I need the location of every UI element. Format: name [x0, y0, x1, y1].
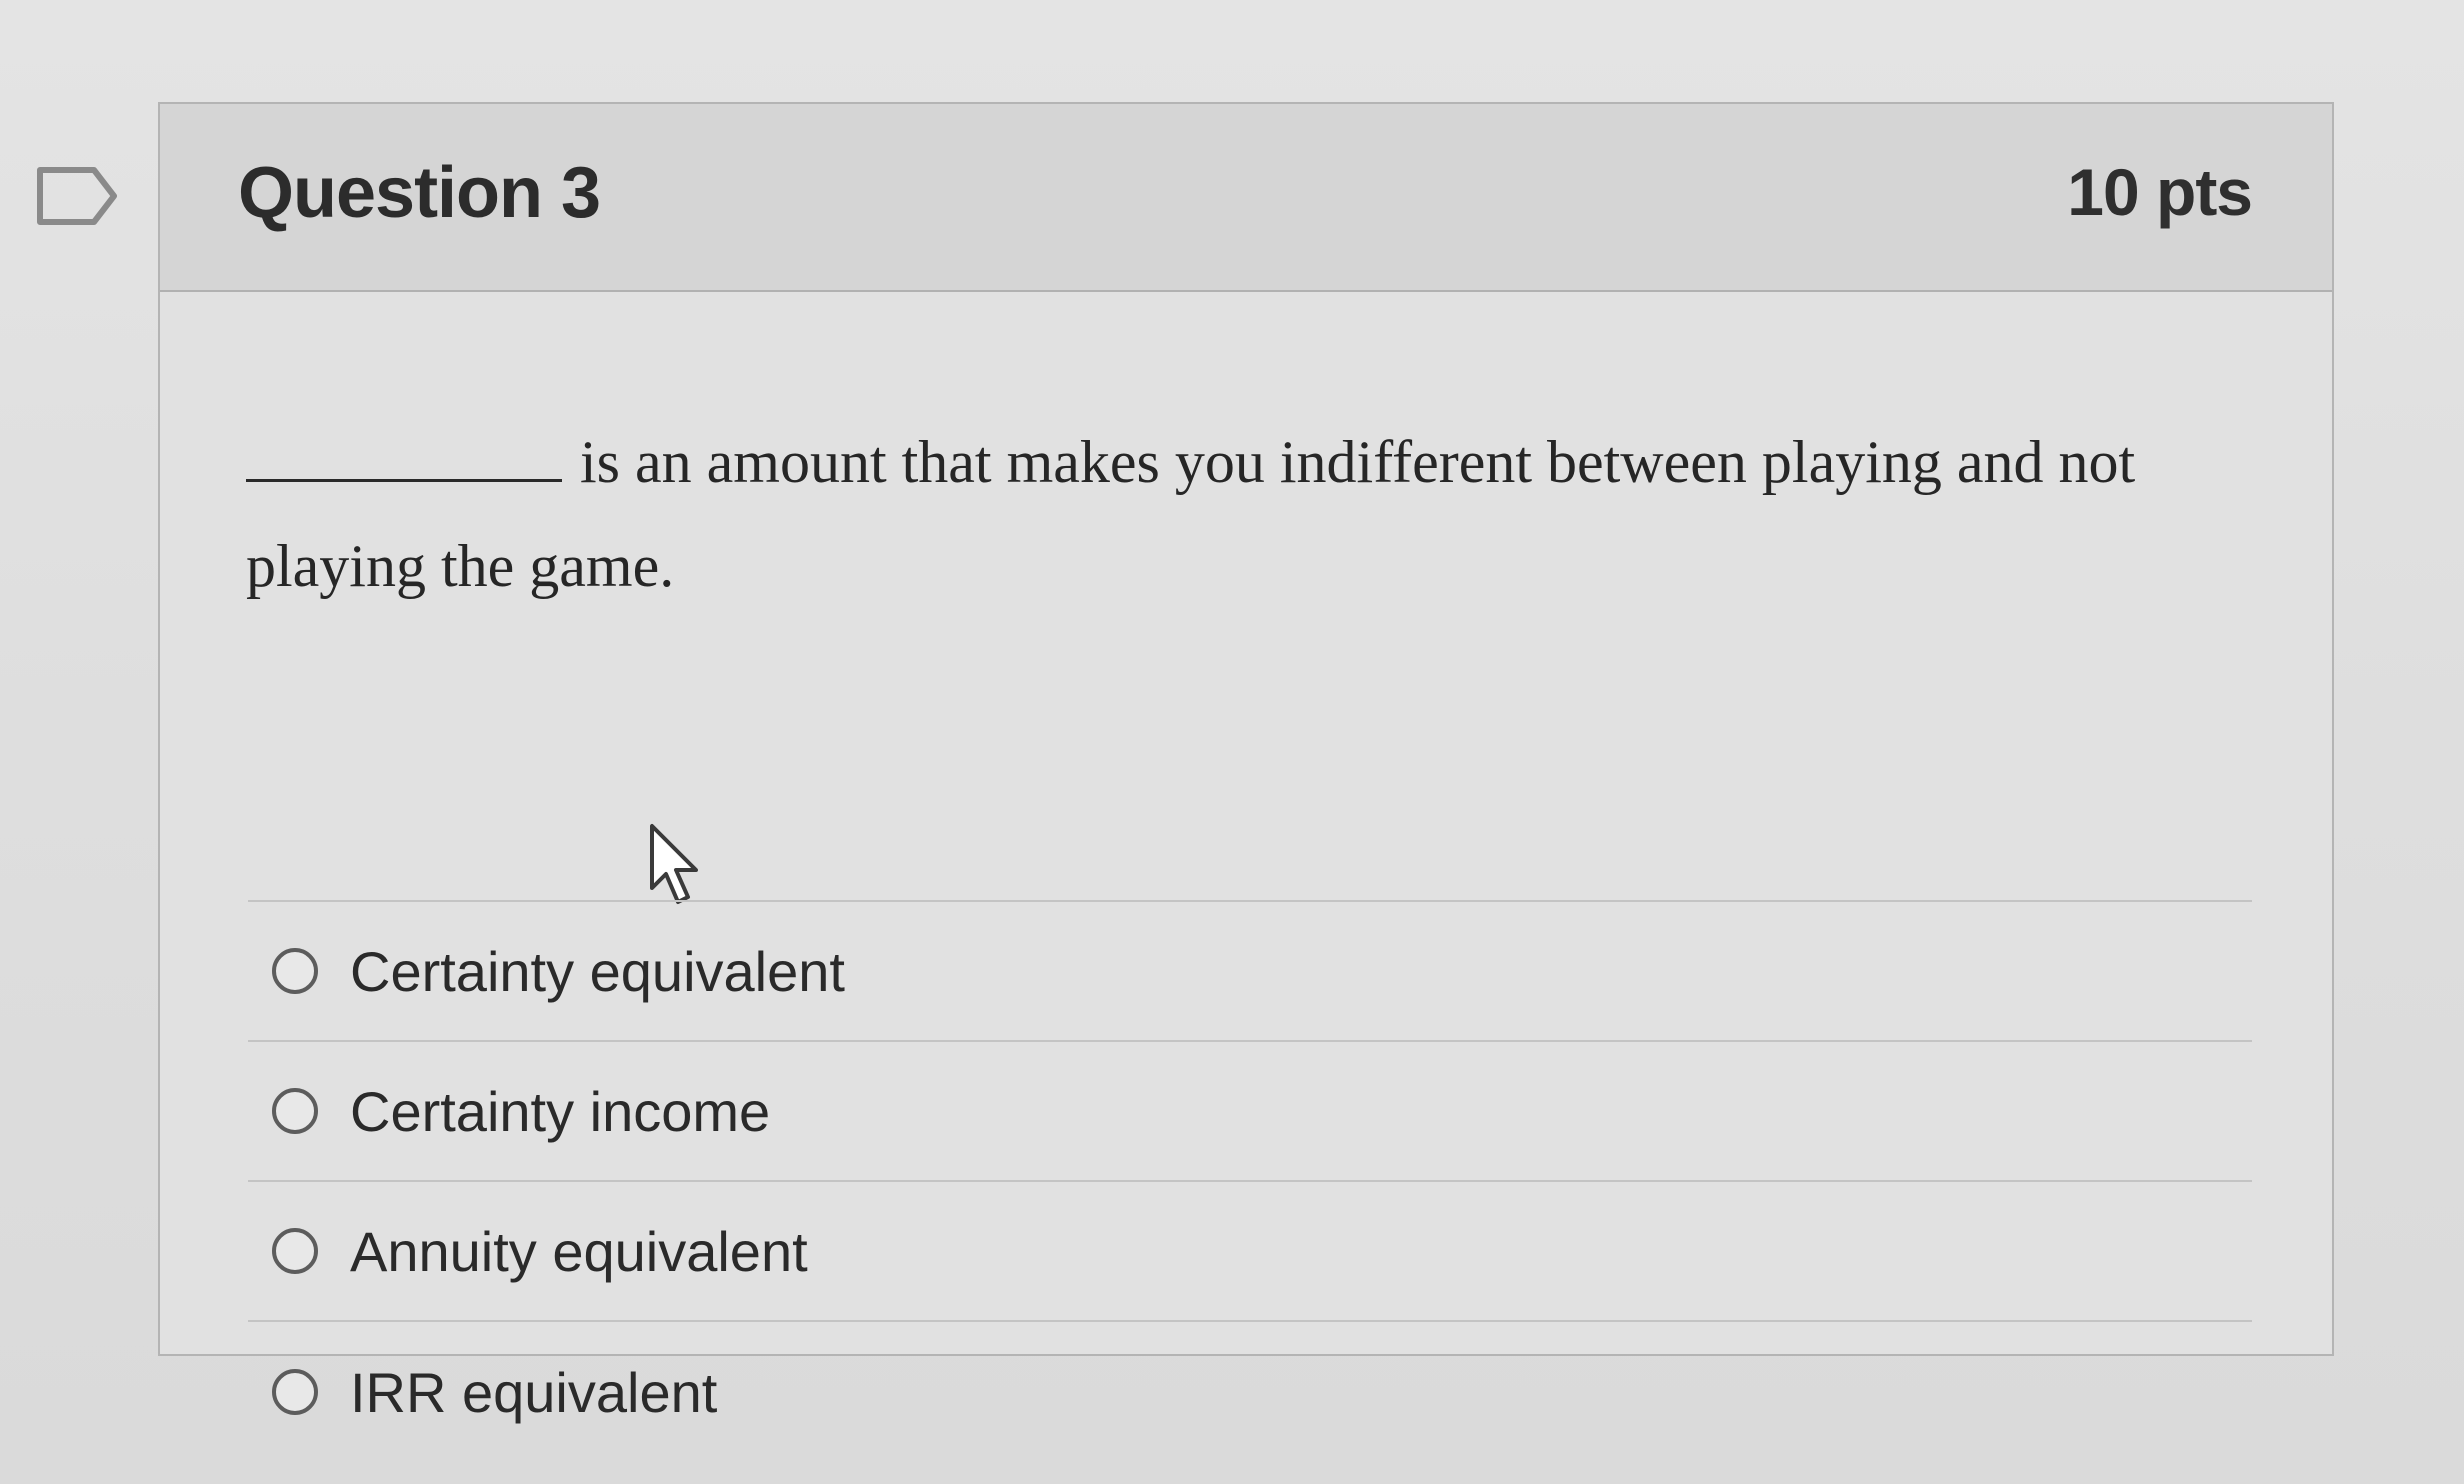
answer-list: Certainty equivalent Certainty income An… — [248, 900, 2252, 1462]
fill-in-blank — [246, 422, 562, 482]
answer-option[interactable]: Annuity equivalent — [248, 1182, 2252, 1322]
answer-option[interactable]: Certainty income — [248, 1042, 2252, 1182]
radio-button-icon[interactable] — [272, 948, 318, 994]
answer-option[interactable]: IRR equivalent — [248, 1322, 2252, 1462]
question-card: Question 3 10 pts is an amount that make… — [158, 102, 2334, 1424]
quiz-screen: Question 3 10 pts is an amount that make… — [0, 0, 2464, 1484]
answer-option[interactable]: Certainty equivalent — [248, 902, 2252, 1042]
radio-button-icon[interactable] — [272, 1228, 318, 1274]
answer-label: IRR equivalent — [350, 1360, 718, 1424]
answer-label: Certainty equivalent — [350, 939, 845, 1003]
mouse-cursor-icon — [650, 824, 698, 904]
radio-button-icon[interactable] — [272, 1369, 318, 1415]
question-prompt: is an amount that makes you indifferent … — [246, 410, 2186, 618]
question-title: Question 3 — [238, 153, 601, 233]
radio-button-icon[interactable] — [272, 1088, 318, 1134]
answer-label: Certainty income — [350, 1079, 771, 1143]
question-header: Question 3 10 pts — [160, 104, 2332, 292]
flag-icon[interactable] — [36, 166, 120, 226]
question-points: 10 pts — [2067, 155, 2253, 229]
answer-label: Annuity equivalent — [350, 1219, 808, 1283]
